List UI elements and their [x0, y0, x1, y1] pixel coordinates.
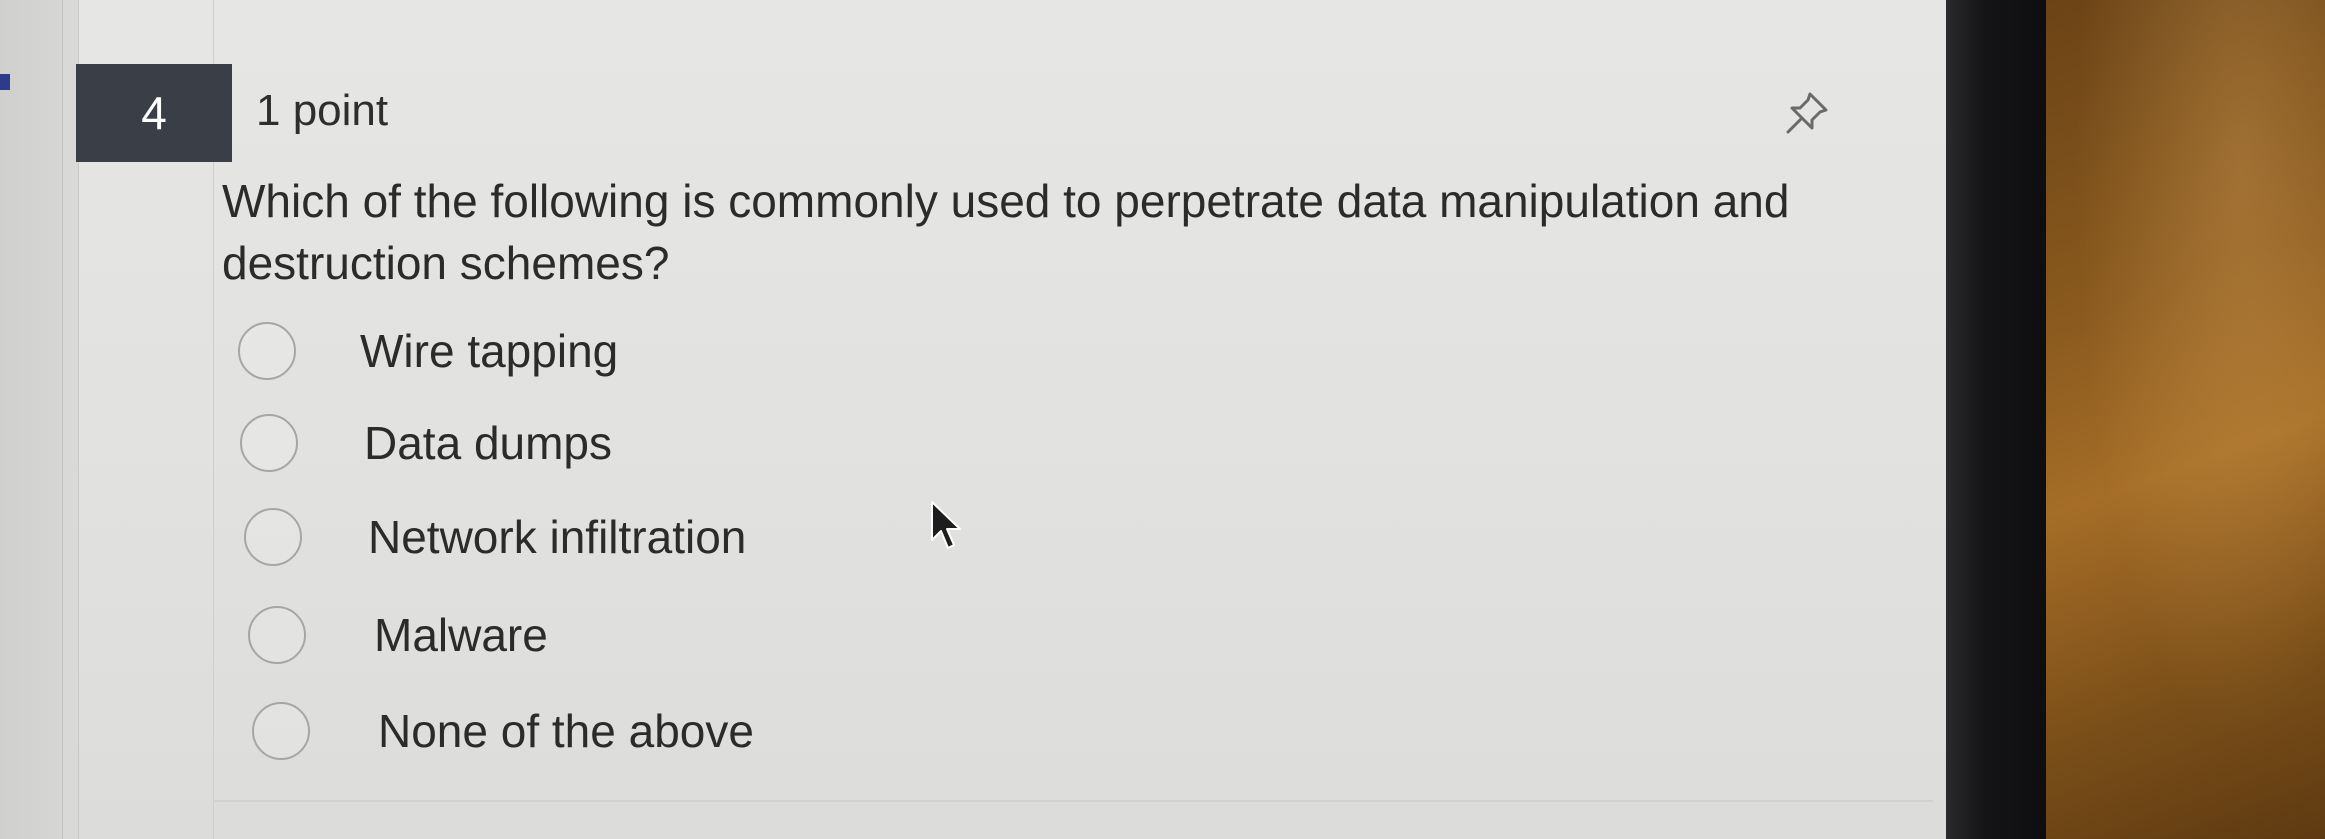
radio-button[interactable] — [238, 322, 296, 380]
option-data-dumps[interactable]: Data dumps — [240, 414, 612, 472]
option-label: Network infiltration — [368, 511, 747, 563]
option-label: None of the above — [378, 705, 754, 757]
radio-button[interactable] — [252, 702, 310, 760]
radio-button[interactable] — [244, 508, 302, 566]
radio-button[interactable] — [248, 606, 306, 664]
pin-icon[interactable] — [1782, 88, 1832, 138]
question-points: 1 point — [256, 86, 389, 135]
option-none-of-the-above[interactable]: None of the above — [252, 702, 754, 760]
question-text: Which of the following is commonly used … — [222, 175, 1790, 289]
monitor-bezel — [1946, 0, 2046, 839]
option-label: Data dumps — [364, 417, 613, 469]
option-label: Malware — [374, 609, 548, 661]
option-network-infiltration[interactable]: Network infiltration — [244, 508, 746, 566]
option-label: Wire tapping — [360, 325, 619, 377]
left-edge-marker — [0, 74, 10, 90]
background-light — [2046, 0, 2325, 839]
question-number-badge: 4 — [76, 64, 232, 162]
left-panel-edge — [0, 0, 63, 839]
mouse-cursor-icon — [930, 500, 966, 554]
option-wire-tapping[interactable]: Wire tapping — [238, 322, 618, 380]
card-bottom-divider — [213, 800, 1933, 802]
option-malware[interactable]: Malware — [248, 606, 548, 664]
radio-button[interactable] — [240, 414, 298, 472]
screen-photo: 4 1 point Which of the following is comm… — [0, 0, 2325, 839]
